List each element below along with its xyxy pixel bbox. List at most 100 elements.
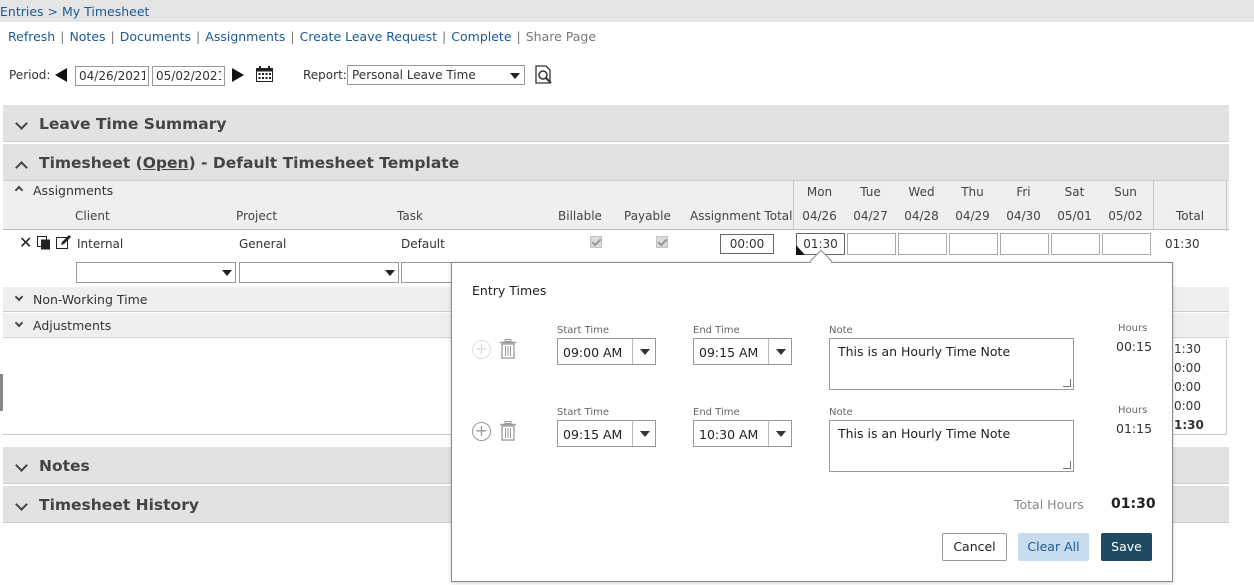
total-hours-label: Total Hours <box>1014 497 1084 512</box>
scroll-handle[interactable] <box>0 374 3 411</box>
day-date: 04/28 <box>904 209 939 223</box>
timesheet-history-title: Timesheet History <box>39 496 199 514</box>
period-end-input[interactable] <box>152 66 225 86</box>
day-entry-sat[interactable] <box>1051 233 1100 255</box>
trash-icon[interactable] <box>500 339 516 359</box>
day-entry-tue[interactable] <box>847 233 896 255</box>
chevron-up-icon <box>15 161 28 174</box>
documents-link[interactable]: Documents <box>120 29 191 44</box>
breadcrumb-bar <box>0 0 1254 22</box>
start-time-label: Start Time <box>557 407 610 418</box>
column-assignment-total: Assignment Total <box>690 209 793 223</box>
end-time-label: End Time <box>693 407 740 418</box>
report-select-value: Personal Leave Time <box>352 68 476 82</box>
day-date: 04/29 <box>955 209 990 223</box>
report-select[interactable]: Personal Leave Time <box>347 65 525 85</box>
report-search-icon[interactable] <box>534 65 554 85</box>
clear-all-button[interactable]: Clear All <box>1018 533 1089 561</box>
assignments-link[interactable]: Assignments <box>205 29 285 44</box>
period-label: Period: <box>9 68 51 82</box>
chevron-down-icon <box>14 292 24 302</box>
assignments-subsection-title[interactable]: Assignments <box>33 183 113 198</box>
day-name: Sun <box>1114 185 1137 199</box>
day-name: Tue <box>860 185 881 199</box>
end-time-select[interactable]: 09:15 AM <box>693 338 792 365</box>
action-bar: Refresh | Notes | Documents | Assignments | Crea… <box>8 29 597 44</box>
client-select[interactable] <box>76 262 236 283</box>
add-entry-icon[interactable]: + <box>472 422 491 441</box>
end-time-select[interactable]: 10:30 AM <box>693 420 792 447</box>
note-textarea[interactable]: This is an Hourly Time Note <box>829 420 1074 472</box>
notes-title: Notes <box>39 457 90 475</box>
edit-icon[interactable] <box>56 235 71 250</box>
entry-times-popup: Entry Times + Start Time 09:00 AM End Ti… <box>451 262 1173 582</box>
previous-period-icon[interactable] <box>55 68 67 82</box>
period-start-input[interactable] <box>75 66 149 86</box>
note-label: Note <box>829 325 853 336</box>
chevron-down-icon <box>14 318 24 328</box>
day-entry-wed[interactable] <box>898 233 947 255</box>
chevron-down-icon <box>222 270 232 276</box>
assignment-total-field[interactable]: 00:00 <box>720 234 774 254</box>
day-entry-thu[interactable] <box>949 233 998 255</box>
column-project: Project <box>236 209 278 223</box>
day-name: Fri <box>1016 185 1031 199</box>
trash-icon[interactable] <box>500 421 516 441</box>
complete-link[interactable]: Complete <box>451 29 511 44</box>
delete-row-icon[interactable]: ✕ <box>19 233 32 252</box>
timesheet-status: Open <box>142 154 189 172</box>
non-working-time-title: Non-Working Time <box>33 292 148 307</box>
total-value: 1:30 <box>1174 342 1201 356</box>
next-period-icon[interactable] <box>232 68 244 82</box>
entry-indicator-icon <box>796 245 805 255</box>
refresh-link[interactable]: Refresh <box>8 29 55 44</box>
timesheet-title: Timesheet (Open) - Default Timesheet Tem… <box>39 154 460 172</box>
leave-time-summary-section[interactable]: Leave Time Summary <box>3 105 1229 142</box>
column-task: Task <box>397 209 423 223</box>
column-total: Total <box>1176 209 1205 223</box>
entry-hours: 00:15 <box>1116 339 1153 354</box>
day-name: Sat <box>1064 185 1085 199</box>
column-payable: Payable <box>624 209 671 223</box>
add-entry-icon: + <box>472 340 491 359</box>
chevron-down-icon <box>640 431 650 437</box>
chevron-down-icon <box>15 498 28 511</box>
copy-icon[interactable] <box>37 236 51 250</box>
end-time-label: End Time <box>693 325 740 336</box>
day-name: Wed <box>908 185 935 199</box>
day-name: Thu <box>961 185 984 199</box>
total-value: 0:00 <box>1174 399 1201 413</box>
entry-hours: 01:15 <box>1116 421 1153 436</box>
hours-label: Hours <box>1118 323 1148 334</box>
row-project: General <box>239 237 287 251</box>
day-date: 04/27 <box>853 209 888 223</box>
resize-grip-icon <box>1063 461 1071 469</box>
cancel-button[interactable]: Cancel <box>942 533 1007 561</box>
notes-link[interactable]: Notes <box>69 29 105 44</box>
day-date: 04/30 <box>1006 209 1041 223</box>
note-label: Note <box>829 407 853 418</box>
chevron-down-icon <box>776 431 786 437</box>
timesheet-section[interactable]: Timesheet (Open) - Default Timesheet Tem… <box>3 144 1229 181</box>
row-task: Default <box>401 237 445 251</box>
project-select[interactable] <box>239 262 399 283</box>
create-leave-request-link[interactable]: Create Leave Request <box>300 29 437 44</box>
day-date: 04/26 <box>802 209 837 223</box>
day-date: 05/01 <box>1057 209 1092 223</box>
day-name: Mon <box>806 185 833 199</box>
total-hours-value: 01:30 <box>1111 496 1156 512</box>
breadcrumb[interactable]: Entries > My Timesheet <box>0 4 149 19</box>
row-client: Internal <box>77 237 124 251</box>
chevron-down-icon <box>510 73 520 79</box>
column-billable: Billable <box>558 209 602 223</box>
day-entry-fri[interactable] <box>1000 233 1049 255</box>
day-entry-sun[interactable] <box>1102 233 1151 255</box>
grand-total-value: 1:30 <box>1174 418 1204 432</box>
note-textarea[interactable]: This is an Hourly Time Note <box>829 338 1074 390</box>
chevron-down-icon <box>385 270 395 276</box>
column-client: Client <box>75 209 110 223</box>
start-time-select[interactable]: 09:00 AM <box>557 338 656 365</box>
calendar-icon[interactable] <box>256 66 273 82</box>
start-time-select[interactable]: 09:15 AM <box>557 420 656 447</box>
save-button[interactable]: Save <box>1101 533 1152 561</box>
